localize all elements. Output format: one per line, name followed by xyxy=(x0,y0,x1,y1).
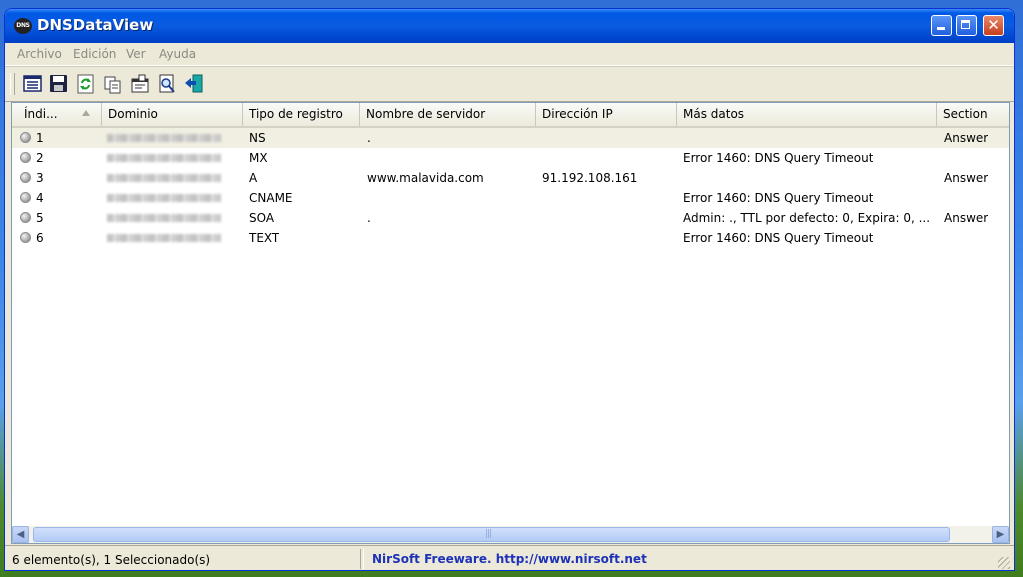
resize-grip-icon[interactable] xyxy=(998,557,1010,569)
record-icon xyxy=(20,172,31,183)
table-row[interactable]: 2 MX Error 1460: DNS Query Timeout xyxy=(12,148,1009,168)
cell-section: Answer xyxy=(944,171,989,185)
col-domain[interactable]: Dominio xyxy=(102,103,243,126)
cell-type: A xyxy=(249,171,258,185)
col-server-name[interactable]: Nombre de servidor xyxy=(360,103,536,126)
table-row[interactable]: 3 A www.malavida.com 91.192.108.161 Answ… xyxy=(12,168,1009,188)
copy-icon[interactable] xyxy=(103,74,123,94)
col-index-label: Índi... xyxy=(24,107,58,121)
menu-ver[interactable]: Ver xyxy=(126,47,146,61)
cell-server: . xyxy=(367,211,371,225)
exit-icon[interactable] xyxy=(184,74,204,94)
toolbar-grip[interactable] xyxy=(10,73,15,95)
record-icon xyxy=(20,152,31,163)
refresh-icon[interactable] xyxy=(76,74,96,94)
html-report-icon[interactable] xyxy=(23,74,43,94)
cell-index: 6 xyxy=(36,231,44,245)
record-icon xyxy=(20,232,31,243)
cell-type: MX xyxy=(249,151,268,165)
chevron-left-icon: ◀ xyxy=(16,529,25,540)
close-button[interactable]: ✕ xyxy=(983,15,1004,36)
horizontal-scrollbar[interactable]: ◀ ▶ xyxy=(12,526,1009,543)
cell-type: NS xyxy=(249,131,266,145)
table-row[interactable]: 5 SOA . Admin: ., TTL por defecto: 0, Ex… xyxy=(12,208,1009,228)
cell-more: Admin: ., TTL por defecto: 0, Expira: 0,… xyxy=(683,211,931,225)
blurred-domain xyxy=(107,194,221,202)
menu-edicion[interactable]: Edición xyxy=(73,47,116,61)
list-header: Índi... Dominio Tipo de registro Nombre … xyxy=(12,103,1009,128)
cell-index: 2 xyxy=(36,151,44,165)
minimize-button[interactable] xyxy=(931,15,952,36)
col-ip-address[interactable]: Dirección IP xyxy=(536,103,677,126)
col-index[interactable]: Índi... xyxy=(12,103,102,126)
record-icon xyxy=(20,192,31,203)
menu-ayuda[interactable]: Ayuda xyxy=(159,47,196,61)
save-icon[interactable] xyxy=(49,74,69,94)
cell-more: Error 1460: DNS Query Timeout xyxy=(683,231,874,245)
col-section[interactable]: Section xyxy=(937,103,1009,126)
cell-server: . xyxy=(367,131,371,145)
cell-index: 1 xyxy=(36,131,44,145)
cell-type: SOA xyxy=(249,211,275,225)
scroll-left-button[interactable]: ◀ xyxy=(12,526,29,543)
cell-ip: 91.192.108.161 xyxy=(542,171,638,185)
status-bar: 6 elemento(s), 1 Seleccionado(s) NirSoft… xyxy=(5,545,1014,570)
table-row[interactable]: 1 NS . Answer xyxy=(12,128,1009,148)
nirsoft-link[interactable]: NirSoft Freeware. http://www.nirsoft.net xyxy=(372,552,647,566)
scroll-thumb[interactable] xyxy=(33,527,950,542)
table-row[interactable]: 6 TEXT Error 1460: DNS Query Timeout xyxy=(12,228,1009,248)
cell-more: Error 1460: DNS Query Timeout xyxy=(683,151,874,165)
status-item-count: 6 elemento(s), 1 Seleccionado(s) xyxy=(12,553,211,567)
blurred-domain xyxy=(107,174,221,182)
maximize-icon xyxy=(957,16,976,35)
app-window: DNS DNSDataView ✕ Archivo Edición Ver Ay… xyxy=(4,8,1015,571)
maximize-button[interactable] xyxy=(956,15,977,36)
table-row[interactable]: 4 CNAME Error 1460: DNS Query Timeout xyxy=(12,188,1009,208)
cell-index: 5 xyxy=(36,211,44,225)
blurred-domain xyxy=(107,134,221,142)
cell-server: www.malavida.com xyxy=(367,171,484,185)
dns-app-icon: DNS xyxy=(14,18,32,34)
menu-bar: Archivo Edición Ver Ayuda xyxy=(5,43,1014,66)
cell-type: TEXT xyxy=(249,231,280,245)
sort-ascending-icon xyxy=(82,110,90,116)
close-icon: ✕ xyxy=(987,16,1000,34)
cell-section: Answer xyxy=(944,211,989,225)
properties-icon[interactable] xyxy=(130,74,150,94)
cell-more: Error 1460: DNS Query Timeout xyxy=(683,191,874,205)
col-record-type[interactable]: Tipo de registro xyxy=(243,103,360,126)
cell-index: 3 xyxy=(36,171,44,185)
cell-section: Answer xyxy=(944,131,989,145)
record-icon xyxy=(20,132,31,143)
menu-archivo[interactable]: Archivo xyxy=(17,47,62,61)
find-icon[interactable] xyxy=(157,74,177,94)
cell-type: CNAME xyxy=(249,191,293,205)
col-more-data[interactable]: Más datos xyxy=(677,103,937,126)
blurred-domain xyxy=(107,214,221,222)
blurred-domain xyxy=(107,234,221,242)
minimize-icon xyxy=(932,16,951,35)
toolbar xyxy=(5,66,1014,102)
title-bar[interactable]: DNS DNSDataView ✕ xyxy=(5,9,1014,43)
status-divider xyxy=(360,549,364,569)
scroll-right-button[interactable]: ▶ xyxy=(992,526,1009,543)
record-icon xyxy=(20,212,31,223)
chevron-right-icon: ▶ xyxy=(996,529,1005,540)
dns-records-list[interactable]: Índi... Dominio Tipo de registro Nombre … xyxy=(11,102,1010,544)
blurred-domain xyxy=(107,154,221,162)
cell-index: 4 xyxy=(36,191,44,205)
window-title: DNSDataView xyxy=(37,16,154,34)
